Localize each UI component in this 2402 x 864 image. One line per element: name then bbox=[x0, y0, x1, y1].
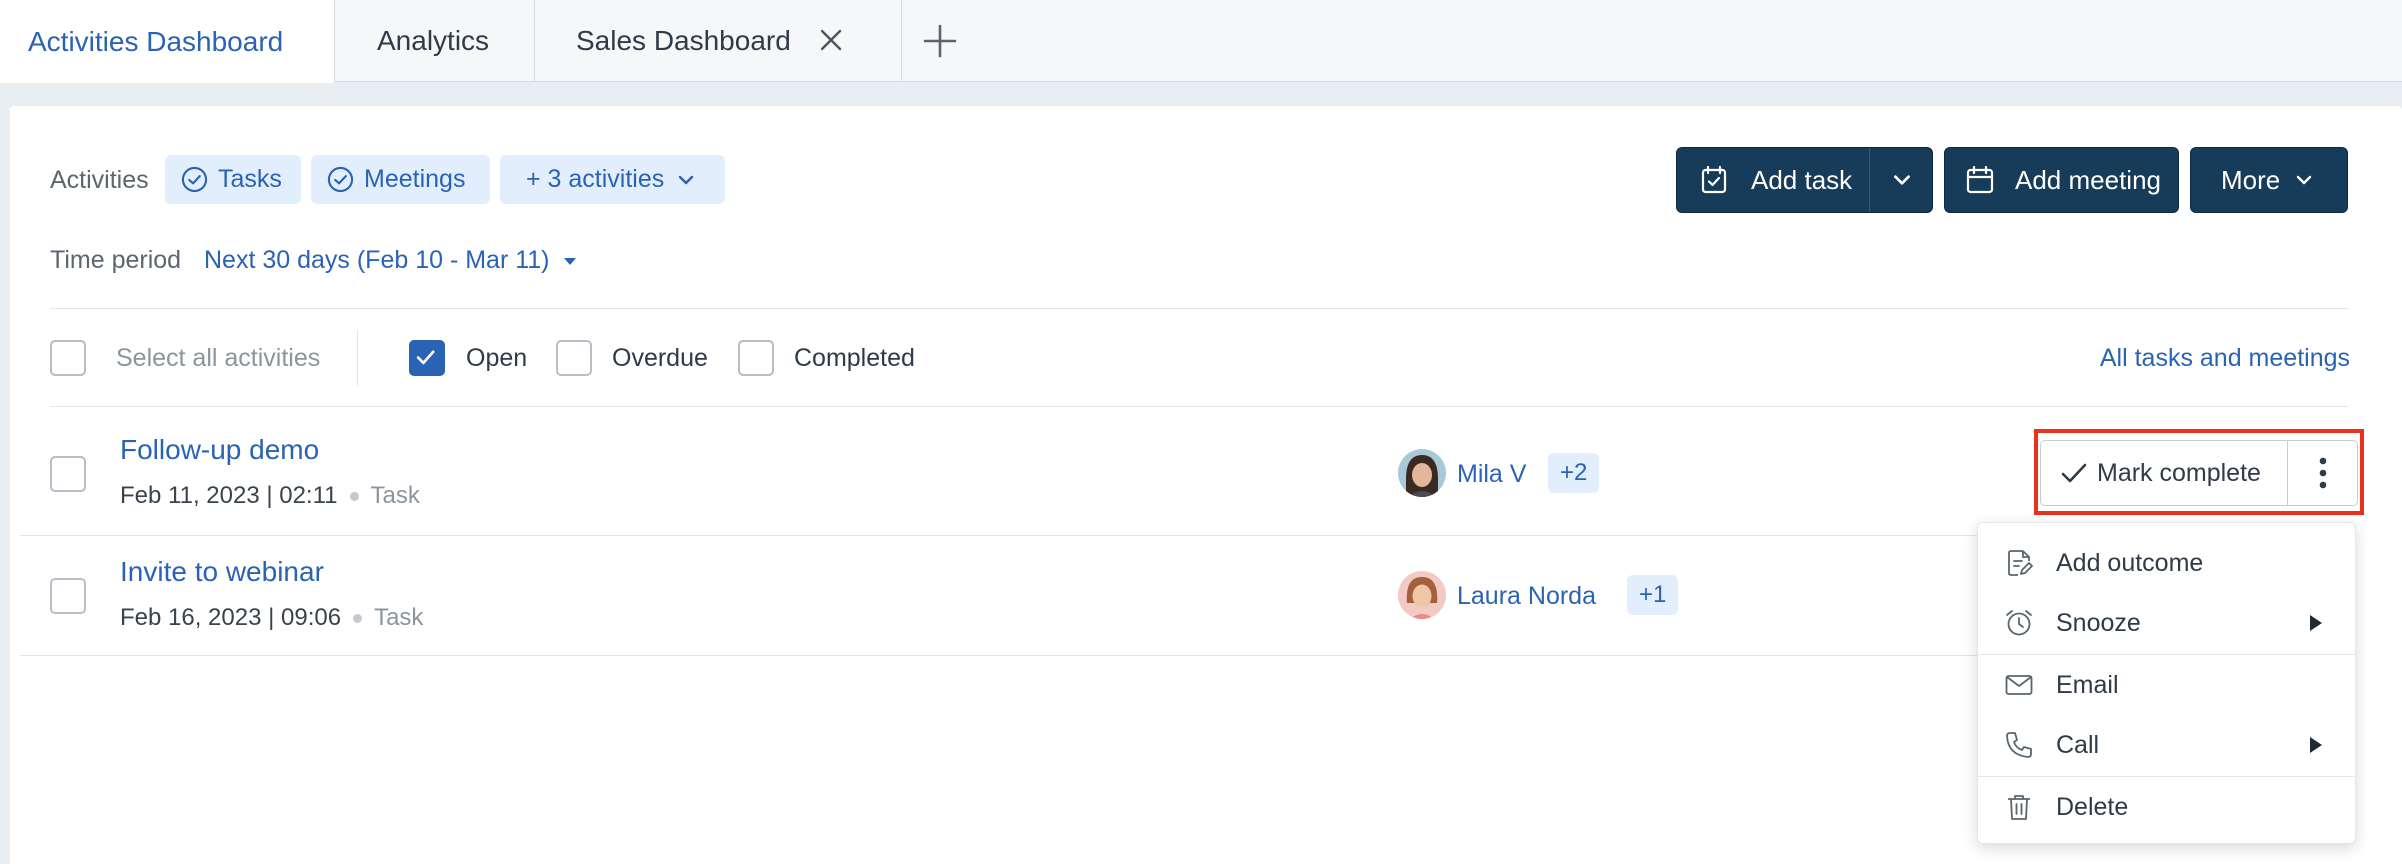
completed-label: Completed bbox=[794, 344, 915, 372]
assignee-name[interactable]: Mila V bbox=[1457, 460, 1526, 489]
checkmark-icon bbox=[416, 350, 435, 365]
caret-down-icon bbox=[563, 257, 576, 265]
tab-sales-dashboard[interactable]: Sales Dashboard bbox=[535, 0, 902, 82]
add-meeting-button[interactable]: Add meeting bbox=[1944, 147, 2179, 213]
menu-item-label: Call bbox=[2056, 730, 2100, 759]
tab-label: Analytics bbox=[377, 25, 490, 56]
menu-item-email[interactable]: Email bbox=[1978, 655, 2355, 715]
mark-complete-button[interactable]: Mark complete bbox=[2040, 440, 2288, 506]
divider bbox=[50, 406, 2348, 407]
calendar-check-icon bbox=[1701, 165, 1727, 194]
separator-dot bbox=[353, 613, 363, 623]
badge-count: +2 bbox=[1560, 459, 1588, 486]
divider bbox=[357, 330, 358, 386]
divider bbox=[20, 655, 1977, 656]
additional-assignees-badge[interactable]: +1 bbox=[1627, 575, 1679, 615]
select-all-checkbox[interactable] bbox=[50, 340, 86, 376]
activity-type: Task bbox=[374, 604, 424, 631]
chip-label: + 3 activities bbox=[526, 165, 665, 193]
chevron-down-icon bbox=[679, 175, 694, 184]
mail-icon bbox=[2005, 675, 2033, 695]
plus-icon bbox=[923, 24, 957, 58]
chip-meetings[interactable]: Meetings bbox=[311, 155, 490, 204]
tab-analytics[interactable]: Analytics bbox=[335, 0, 535, 82]
activity-title[interactable]: Follow-up demo bbox=[120, 434, 319, 466]
add-tab-button[interactable] bbox=[903, 0, 977, 82]
assignee-name[interactable]: Laura Norda bbox=[1457, 582, 1596, 611]
open-checkbox[interactable] bbox=[409, 340, 445, 376]
chip-tasks[interactable]: Tasks bbox=[165, 155, 301, 204]
overdue-label: Overdue bbox=[612, 344, 708, 372]
add-meeting-label: Add meeting bbox=[2015, 164, 2161, 195]
activity-type: Task bbox=[370, 482, 420, 509]
all-tasks-meetings-link[interactable]: All tasks and meetings bbox=[2100, 344, 2350, 373]
menu-item-label: Delete bbox=[2056, 792, 2129, 821]
more-label: More bbox=[2221, 164, 2281, 195]
mark-complete-label: Mark complete bbox=[2097, 458, 2261, 487]
tab-label: Activities Dashboard bbox=[28, 25, 284, 57]
caret-right-icon bbox=[2310, 615, 2322, 631]
separator-dot bbox=[349, 491, 359, 501]
activity-datetime: Feb 11, 2023 | 02:11 bbox=[120, 482, 338, 509]
menu-item-label: Email bbox=[2056, 670, 2119, 699]
kebab-menu-icon bbox=[2319, 457, 2326, 489]
add-task-button[interactable]: Add task bbox=[1677, 148, 1869, 212]
time-period-dropdown[interactable]: Next 30 days (Feb 10 - Mar 11) bbox=[204, 246, 578, 275]
chip-label: Tasks bbox=[218, 165, 282, 193]
additional-assignees-badge[interactable]: +2 bbox=[1548, 453, 1600, 493]
check-circle-icon bbox=[327, 166, 354, 193]
phone-icon bbox=[2006, 732, 2032, 758]
add-task-options-button[interactable] bbox=[1870, 148, 1934, 212]
activity-meta: Feb 16, 2023 | 09:06 Task bbox=[120, 604, 423, 632]
trash-icon bbox=[2008, 795, 2030, 820]
menu-item-call[interactable]: Call bbox=[1978, 715, 2355, 775]
overdue-checkbox[interactable] bbox=[556, 340, 592, 376]
chevron-down-icon bbox=[1894, 175, 1910, 185]
caret-right-icon bbox=[2310, 737, 2322, 753]
checkmark-icon bbox=[2061, 463, 2087, 483]
add-task-split-button: Add task bbox=[1676, 147, 1933, 213]
alarm-clock-icon bbox=[2006, 610, 2032, 636]
row-actions-menu-button[interactable] bbox=[2288, 440, 2358, 506]
divider bbox=[50, 308, 2348, 309]
menu-item-label: Snooze bbox=[2056, 608, 2141, 637]
more-button[interactable]: More bbox=[2190, 147, 2348, 213]
more-activities-dropdown[interactable]: + 3 activities bbox=[500, 155, 725, 204]
avatar bbox=[1398, 449, 1446, 497]
menu-item-label: Add outcome bbox=[2056, 548, 2204, 577]
check-circle-icon bbox=[181, 166, 208, 193]
divider bbox=[20, 535, 1977, 536]
menu-item-delete[interactable]: Delete bbox=[1978, 777, 2355, 837]
note-edit-icon bbox=[2008, 550, 2033, 576]
row-actions-menu: Add outcome Snooze Email Call Delete bbox=[1977, 522, 2356, 844]
select-all-label: Select all activities bbox=[116, 344, 321, 372]
time-period-label: Time period bbox=[50, 246, 182, 274]
activity-title[interactable]: Invite to webinar bbox=[120, 556, 324, 588]
menu-item-snooze[interactable]: Snooze bbox=[1978, 593, 2355, 653]
badge-count: +1 bbox=[1639, 581, 1667, 608]
open-label: Open bbox=[466, 344, 528, 372]
activity-datetime: Feb 16, 2023 | 09:06 bbox=[120, 604, 342, 631]
chip-label: Meetings bbox=[364, 165, 466, 193]
menu-item-add-outcome[interactable]: Add outcome bbox=[1978, 533, 2355, 593]
chevron-down-icon bbox=[2297, 175, 2312, 185]
row-checkbox[interactable] bbox=[50, 456, 86, 492]
tab-bar: Activities Dashboard Analytics Sales Das… bbox=[0, 0, 2402, 83]
activity-meta: Feb 11, 2023 | 02:11 Task bbox=[120, 482, 420, 510]
tab-label: Sales Dashboard bbox=[576, 25, 791, 56]
calendar-icon bbox=[1966, 165, 1994, 194]
activities-label: Activities bbox=[50, 166, 149, 194]
add-task-label: Add task bbox=[1751, 164, 1853, 195]
avatar bbox=[1398, 571, 1446, 619]
tab-activities-dashboard[interactable]: Activities Dashboard bbox=[0, 0, 335, 83]
row-checkbox[interactable] bbox=[50, 578, 86, 614]
close-icon[interactable] bbox=[815, 24, 847, 56]
completed-checkbox[interactable] bbox=[738, 340, 774, 376]
time-period-value: Next 30 days (Feb 10 - Mar 11) bbox=[204, 246, 550, 274]
